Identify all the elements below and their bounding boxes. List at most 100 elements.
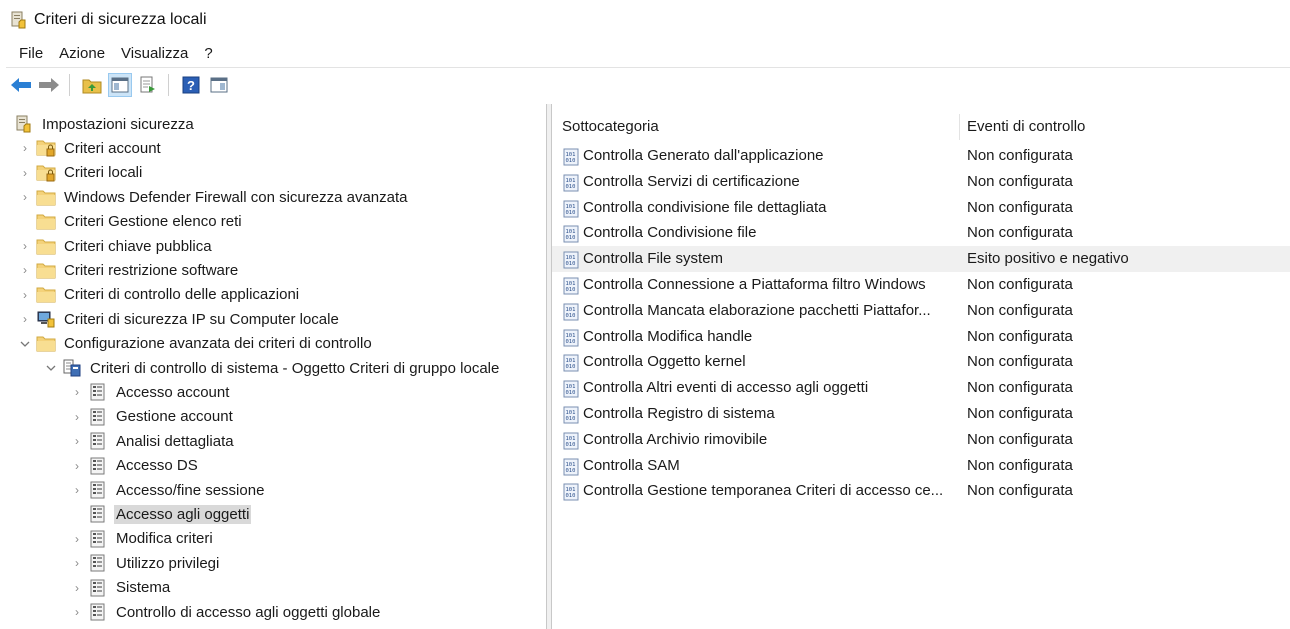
chevron-right-icon[interactable]: ›: [70, 434, 84, 448]
list-row[interactable]: 101 010 Controlla Mancata elaborazione pac…: [552, 298, 1290, 324]
subcategory-cell: Controlla Oggetto kernel: [583, 353, 746, 371]
audit-events-cell: Non configurata: [967, 405, 1073, 422]
list-row[interactable]: 101 010 Controlla SAM Non configurata: [552, 453, 1290, 479]
chevron-right-icon[interactable]: ›: [18, 312, 32, 326]
chevron-right-icon[interactable]: ›: [18, 166, 32, 180]
expander-placeholder: [18, 215, 32, 229]
chevron-right-icon[interactable]: ›: [70, 605, 84, 619]
tree-item-label: Criteri di controllo di sistema - Oggett…: [90, 359, 500, 377]
audit-events-cell: Non configurata: [967, 276, 1073, 293]
svg-text:?: ?: [187, 78, 195, 93]
folder-icon: [36, 286, 56, 304]
subcategory-cell: Controlla Mancata elaborazione pacchetti…: [583, 301, 931, 319]
chevron-down-icon[interactable]: [44, 361, 58, 375]
chevron-right-icon[interactable]: ›: [70, 532, 84, 546]
subcategory-cell: Controlla SAM: [583, 456, 680, 474]
tree-item-label: Accesso DS: [116, 457, 198, 475]
policy-list-icon: [88, 505, 108, 523]
window-title: Criteri di sicurezza locali: [34, 11, 207, 28]
tree-item[interactable]: › Criteri locali: [18, 161, 144, 185]
column-divider[interactable]: [959, 114, 960, 140]
chevron-right-icon[interactable]: ›: [70, 581, 84, 595]
tree-item[interactable]: Impostazioni sicurezza: [14, 112, 196, 136]
column-header-eventi[interactable]: Eventi di controllo: [967, 118, 1085, 135]
audit-events-cell: Esito positivo e negativo: [967, 250, 1129, 268]
chevron-right-icon[interactable]: ›: [18, 190, 32, 204]
list-row[interactable]: 101 010 Controlla Modifica handle Non confi…: [552, 324, 1290, 350]
list-row[interactable]: 101 010 Controlla Oggetto kernel Non config…: [552, 349, 1290, 375]
chevron-right-icon[interactable]: ›: [18, 288, 32, 302]
show-hide-console-tree-icon[interactable]: [108, 73, 132, 97]
tree-item[interactable]: Criteri Gestione elenco reti: [18, 210, 244, 234]
tree-item[interactable]: › Accesso DS: [70, 454, 200, 478]
svg-text:010: 010: [566, 442, 576, 448]
tree-item[interactable]: › Windows Defender Firewall con sicurezza…: [18, 185, 409, 209]
tree-item[interactable]: › Criteri restrizione software: [18, 258, 240, 282]
tree-item[interactable]: › Accesso account: [70, 380, 231, 404]
toolbar-separator: [168, 74, 169, 96]
menu-azione[interactable]: Azione: [51, 45, 113, 62]
tree-item[interactable]: › Criteri di controllo delle applicazioni: [18, 283, 301, 307]
tree-item-label: Accesso agli oggetti: [114, 504, 252, 524]
list-header: Sottocategoria Eventi di controllo: [552, 112, 1290, 142]
help-icon[interactable]: ?: [179, 73, 203, 97]
export-list-icon[interactable]: [136, 73, 160, 97]
forward-arrow-icon[interactable]: [37, 73, 61, 97]
list-row[interactable]: 101 010 Controlla Altri eventi di accesso …: [552, 375, 1290, 401]
tree-item-label: Windows Defender Firewall con sicurezza …: [64, 188, 408, 206]
list-row[interactable]: 101 010 Controlla Generato dall'applicazio…: [552, 143, 1290, 169]
tree-item[interactable]: › Gestione account: [70, 405, 235, 429]
audit-events-cell: Non configurata: [967, 456, 1073, 474]
audit-events-cell: Non configurata: [967, 172, 1073, 190]
menu-help[interactable]: ?: [196, 45, 220, 62]
tree-item[interactable]: › Utilizzo privilegi: [70, 551, 221, 575]
back-arrow-icon[interactable]: [9, 73, 33, 97]
chevron-down-icon[interactable]: [18, 337, 32, 351]
menu-visualizza[interactable]: Visualizza: [113, 45, 196, 62]
list-row[interactable]: 101 010 Controlla Servizi di certificazion…: [552, 169, 1290, 195]
tree-item[interactable]: › Analisi dettagliata: [70, 429, 236, 453]
audit-setting-icon: 101 010: [562, 406, 580, 424]
tree-item[interactable]: › Modifica criteri: [70, 527, 215, 551]
chevron-right-icon[interactable]: ›: [18, 263, 32, 277]
list-row[interactable]: 101 010 Controlla File system Esito positiv…: [552, 246, 1290, 273]
audit-setting-icon: 101 010: [562, 225, 580, 243]
properties-icon[interactable]: [207, 73, 231, 97]
tree-item[interactable]: › Criteri chiave pubblica: [18, 234, 214, 258]
tree-item[interactable]: Accesso agli oggetti: [70, 502, 252, 526]
up-folder-icon[interactable]: [80, 73, 104, 97]
tree-item[interactable]: › Criteri account: [18, 136, 163, 160]
tree-item[interactable]: › Controllo di accesso agli oggetti globa…: [70, 600, 382, 624]
list-row[interactable]: 101 010 Controlla Gestione temporanea Crit…: [552, 478, 1290, 504]
list-row[interactable]: 101 010 Controlla Registro di sistema Non c…: [552, 401, 1290, 427]
toolbar: ?: [0, 70, 231, 100]
column-header-sottocategoria[interactable]: Sottocategoria: [562, 118, 659, 135]
chevron-right-icon[interactable]: ›: [18, 239, 32, 253]
tree-item[interactable]: › Sistema: [70, 576, 172, 600]
chevron-right-icon[interactable]: ›: [70, 459, 84, 473]
tree-item[interactable]: Configurazione avanzata dei criteri di c…: [18, 332, 374, 356]
menu-file[interactable]: File: [11, 45, 51, 62]
svg-text:010: 010: [566, 313, 576, 319]
chevron-right-icon[interactable]: ›: [70, 410, 84, 424]
tree-item-label: Criteri chiave pubblica: [64, 237, 212, 255]
chevron-right-icon[interactable]: ›: [70, 556, 84, 570]
tree-item-label: Accesso/fine sessione: [116, 481, 265, 499]
list-row[interactable]: 101 010 Controlla condivisione file dettag…: [552, 195, 1290, 221]
list-row[interactable]: 101 010 Controlla Archivio rimovibile Non c…: [552, 427, 1290, 453]
list-row[interactable]: 101 010 Controlla Connessione a Piattaform…: [552, 272, 1290, 298]
subcategory-cell: Controlla Modifica handle: [583, 327, 753, 345]
tree-item[interactable]: Criteri di controllo di sistema - Oggett…: [44, 356, 501, 380]
audit-setting-icon: 101 010: [562, 303, 580, 321]
tree-item[interactable]: › Accesso/fine sessione: [70, 478, 266, 502]
tree-item[interactable]: › Criteri di sicurezza IP su Computer loc…: [18, 307, 341, 331]
menu-bar: File Azione Visualizza ?: [0, 40, 221, 66]
list-row[interactable]: 101 010 Controlla Condivisione file Non con…: [552, 220, 1290, 246]
audit-policy-icon: [62, 359, 82, 377]
ip-security-icon: [36, 310, 56, 328]
chevron-right-icon[interactable]: ›: [18, 141, 32, 155]
policy-list-icon: [88, 432, 108, 450]
svg-text:010: 010: [566, 184, 576, 190]
chevron-right-icon[interactable]: ›: [70, 483, 84, 497]
chevron-right-icon[interactable]: ›: [70, 385, 84, 399]
